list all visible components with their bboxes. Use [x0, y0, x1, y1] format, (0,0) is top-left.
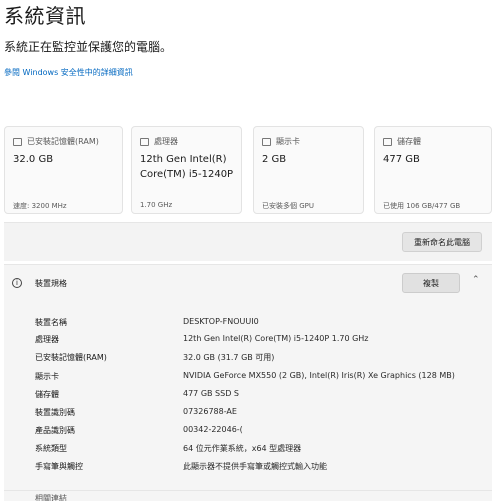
processor-icon	[140, 137, 149, 146]
card-value: 12th Gen Intel(R) Core(TM) i5-1240P	[140, 154, 234, 180]
spec-key: 儲存體	[35, 390, 59, 399]
copy-button[interactable]: 複製	[402, 273, 460, 293]
spec-key: 裝置名稱	[35, 318, 67, 327]
device-specs-section: i 裝置規格 複製 ⌃ 裝置名稱 DESKTOP-FNOUUI0 處理器 12t…	[4, 264, 492, 501]
device-specs-header[interactable]: i 裝置規格 複製 ⌃	[4, 265, 492, 303]
page-subtitle: 系統正在監控並保護您的電腦。	[4, 40, 173, 54]
memory-icon	[13, 137, 22, 146]
card-storage: 儲存體 477 GB 已使用 106 GB/477 GB	[374, 126, 492, 214]
spec-key: 手寫筆與觸控	[35, 462, 83, 471]
spec-key: 裝置識別碼	[35, 408, 75, 417]
spec-key: 顯示卡	[35, 372, 59, 381]
next-section-header[interactable]: 相關連結	[4, 490, 492, 501]
card-display: 顯示卡 2 GB 已安裝多個 GPU	[253, 126, 364, 214]
spec-value: NVIDIA GeForce MX550 (2 GB), Intel(R) Ir…	[183, 371, 455, 380]
card-footer: 1.70 GHz	[140, 201, 173, 209]
card-footer: 已使用 106 GB/477 GB	[383, 202, 461, 210]
page-title: 系統資訊	[4, 4, 86, 28]
spec-value: 07326788-AE	[183, 407, 237, 416]
card-processor: 處理器 12th Gen Intel(R) Core(TM) i5-1240P …	[131, 126, 242, 214]
spec-value: 64 位元作業系統，x64 型處理器	[183, 444, 302, 453]
info-icon: i	[12, 278, 22, 288]
spec-key: 系統類型	[35, 444, 67, 453]
rename-pc-button[interactable]: 重新命名此電腦	[402, 232, 482, 252]
spec-value: 00342-22046-(	[183, 425, 243, 434]
card-label: 已安裝記憶體(RAM)	[27, 137, 99, 146]
card-footer: 已安裝多個 GPU	[262, 202, 314, 210]
card-value: 32.0 GB	[13, 154, 54, 165]
rename-section: 重新命名此電腦	[4, 222, 492, 261]
spec-key: 產品識別碼	[35, 426, 75, 435]
spec-key: 處理器	[35, 335, 59, 344]
card-value: 477 GB	[383, 154, 420, 165]
card-label: 處理器	[154, 137, 178, 146]
spec-value: 12th Gen Intel(R) Core(TM) i5-1240P 1.70…	[183, 334, 369, 343]
spec-key: 已安裝記憶體(RAM)	[35, 353, 107, 362]
windows-security-link[interactable]: 參閱 Windows 安全性中的詳細資訊	[4, 67, 133, 78]
display-icon	[262, 137, 271, 146]
card-footer: 速度: 3200 MHz	[13, 202, 67, 210]
chevron-up-icon[interactable]: ⌃	[472, 275, 480, 285]
spec-value: DESKTOP-FNOUUI0	[183, 317, 259, 326]
card-memory: 已安裝記憶體(RAM) 32.0 GB 速度: 3200 MHz	[4, 126, 123, 214]
card-value: 2 GB	[262, 154, 287, 165]
spec-value: 477 GB SSD S	[183, 389, 239, 398]
spec-value: 32.0 GB (31.7 GB 可用)	[183, 353, 275, 362]
device-specs-title: 裝置規格	[35, 279, 67, 288]
card-label: 儲存體	[397, 137, 421, 146]
card-label: 顯示卡	[276, 137, 300, 146]
spec-value: 此顯示器不提供手寫筆或觸控式輸入功能	[183, 462, 327, 471]
storage-icon	[383, 137, 392, 146]
